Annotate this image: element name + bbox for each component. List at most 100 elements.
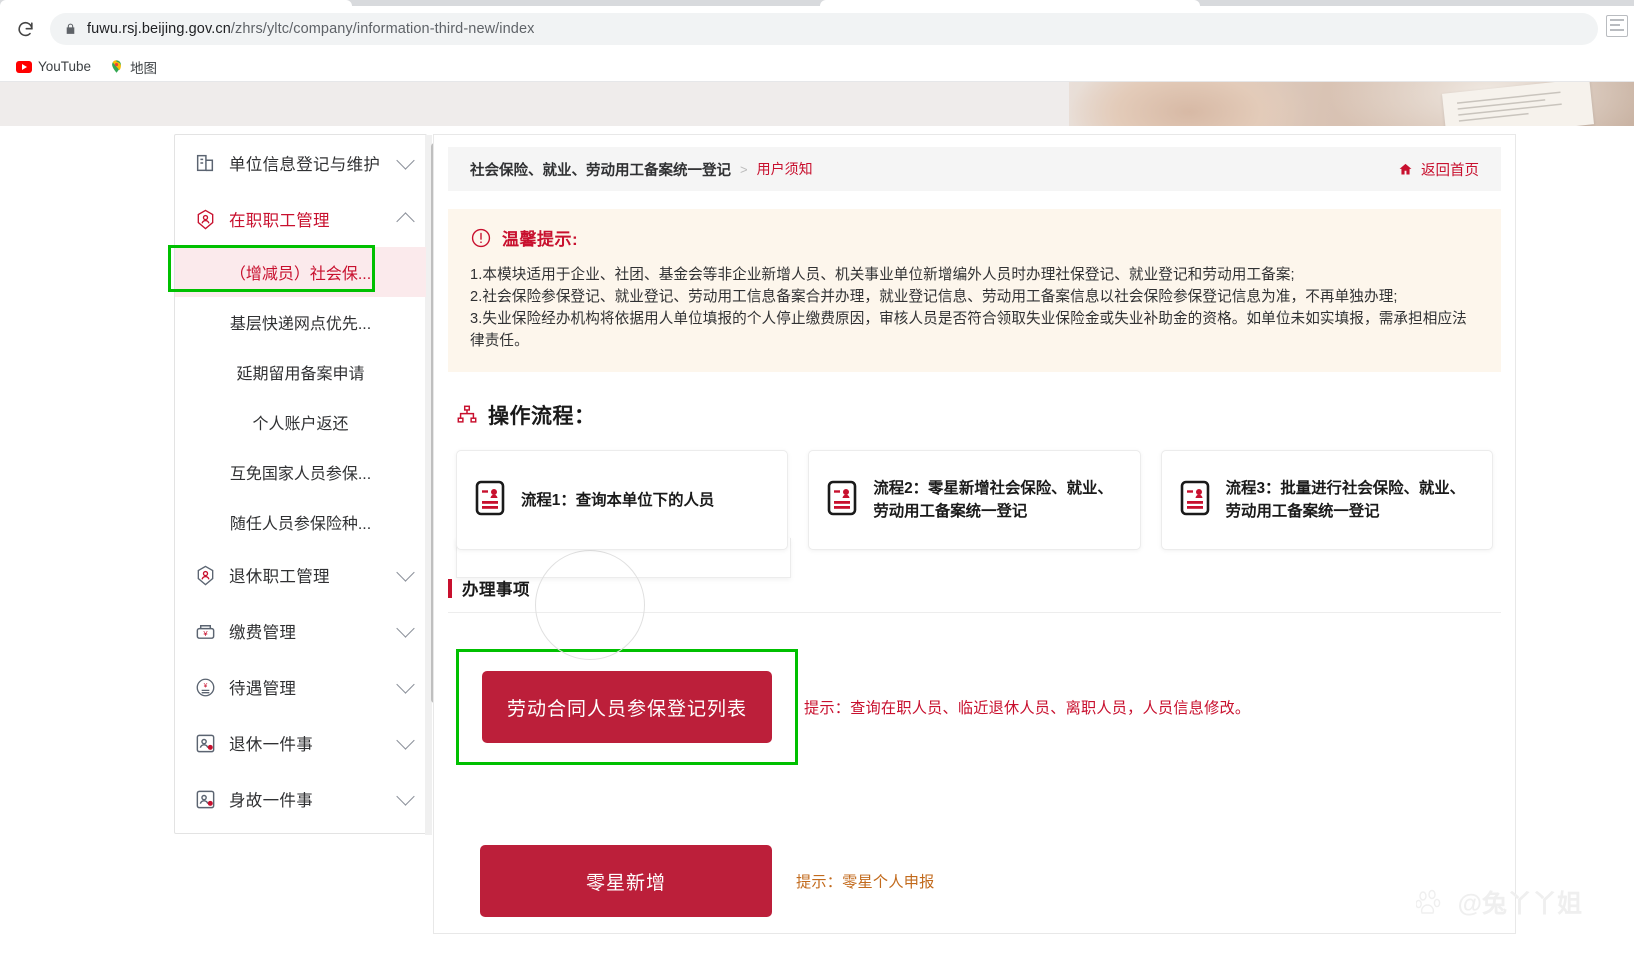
sidebar-submenu: （增减员）社会保... 基层快递网点优先... 延期留用备案申请 个人账户返还 … — [175, 247, 426, 547]
operation-flow-cards: 流程1：查询本单位下的人员 流程2：零星新增社会保险、就业、劳动用工备案统一登记 — [456, 450, 1493, 660]
flow-card-label: 流程3：批量进行社会保险、就业、劳动用工备案统一登记 — [1225, 480, 1466, 520]
sidebar-scrollbar-track[interactable] — [425, 135, 438, 835]
operation-flow-title: 操作流程： — [488, 405, 596, 428]
reload-icon[interactable] — [10, 14, 40, 44]
warm-tips-line: 3.失业保险经办机构将依据用人单位填报的个人停止缴费原因，审核人员是否符合领取失… — [470, 311, 1467, 349]
flow-card-3[interactable]: 流程3：批量进行社会保险、就业、劳动用工备案统一登记 — [1160, 450, 1493, 550]
id-card-icon — [475, 480, 509, 521]
url-text: fuwu.rsj.beijing.gov.cn/zhrs/yltc/compan… — [87, 21, 534, 37]
sidebar-item-active-employee[interactable]: 在职职工管理 — [175, 191, 426, 247]
sidebar-subitem-label: 个人账户返还 — [252, 416, 349, 433]
action-button-1-wrapper: 劳动合同人员参保登记列表 — [456, 649, 798, 765]
exclamation-circle-icon — [471, 228, 491, 247]
bookmarks-bar: YouTube 地图 — [0, 52, 1634, 82]
flow-card-1[interactable]: 流程1：查询本单位下的人员 — [456, 450, 789, 550]
bookmark-maps[interactable]: 地图 — [109, 57, 157, 77]
return-home-link[interactable]: 返回首页 — [1397, 159, 1479, 180]
extension-icon[interactable] — [1606, 15, 1628, 37]
sidebar-item-label: 单位信息登记与维护 — [229, 156, 381, 174]
warm-tips-line: 2.社会保险参保登记、就业登记、劳动用工信息备案合并办理，就业登记信息、劳动用工… — [470, 289, 1398, 305]
sidebar-subitem-label: 互免国家人员参保... — [229, 466, 372, 483]
building-icon — [193, 151, 217, 175]
lock-icon — [64, 22, 77, 36]
action-hint-2: 提示：零星个人申报 — [796, 874, 935, 891]
labor-contract-insurance-list-button[interactable]: 劳动合同人员参保登记列表 — [482, 671, 772, 743]
sidebar-item-retired-employee[interactable]: 退休职工管理 — [175, 547, 426, 603]
chevron-down-icon — [396, 786, 415, 806]
site-banner — [0, 82, 1634, 126]
content-panel: 社会保险、就业、劳动用工备案统一登记 > 用户须知 返回首页 温馨提示: 1.本… — [433, 134, 1516, 934]
id-card-icon — [827, 480, 861, 521]
flow-card-2[interactable]: 流程2：零星新增社会保险、就业、劳动用工备案统一登记 — [808, 450, 1141, 550]
baidu-logo-icon — [1414, 889, 1450, 915]
sidebar-item-label: 待遇管理 — [229, 680, 297, 698]
breadcrumb-separator: > — [740, 161, 748, 177]
sidebar-item-label: 退休一件事 — [229, 736, 313, 754]
url-path: /zhrs/yltc/company/information-third-new… — [230, 21, 535, 37]
google-maps-icon — [109, 59, 124, 74]
warm-tips-header: 温馨提示: — [470, 225, 1479, 250]
chevron-down-icon — [396, 618, 415, 638]
chevron-down-icon — [396, 730, 415, 750]
sidebar-item-label: 退休职工管理 — [229, 568, 330, 586]
handling-section-title: 办理事项 — [462, 581, 530, 599]
svg-text:¥: ¥ — [203, 682, 207, 689]
watermark-text: @兔丫丫姐 — [1457, 890, 1582, 918]
sidebar-subitem-express-network[interactable]: 基层快递网点优先... — [175, 297, 426, 347]
chevron-down-icon — [396, 150, 415, 170]
omnibox-bar: fuwu.rsj.beijing.gov.cn/zhrs/yltc/compan… — [0, 6, 1634, 52]
bookmark-label: YouTube — [38, 59, 92, 74]
flow-card-label: 流程1：查询本单位下的人员 — [521, 491, 715, 509]
sidebar-item-label: 在职职工管理 — [229, 212, 330, 230]
sidebar-subitem-label: （增减员）社会保... — [229, 266, 372, 283]
sidebar-menu: 单位信息登记与维护 在职职工管理 （增减员）社会保... 基层快递网点优先... — [175, 135, 426, 827]
home-icon — [1399, 163, 1412, 174]
breadcrumb: 社会保险、就业、劳动用工备案统一登记 > 用户须知 返回首页 — [448, 147, 1501, 191]
sidebar-item-benefits[interactable]: ¥ 待遇管理 — [175, 659, 426, 715]
employee-badge-icon — [193, 207, 217, 231]
sidebar-subitem-deferred-retention[interactable]: 延期留用备案申请 — [175, 347, 426, 397]
sidebar-item-label: 缴费管理 — [229, 624, 297, 642]
action-button-2-wrapper: 零星新增 — [456, 823, 796, 939]
warm-tips-title: 温馨提示: — [502, 230, 579, 249]
warm-tips-box: 温馨提示: 1.本模块适用于企业、社团、基金会等非企业新增人员、机关事业单位新增… — [448, 209, 1501, 372]
sidebar-subitem-personal-account-return[interactable]: 个人账户返还 — [175, 397, 426, 447]
browser-chrome: fuwu.rsj.beijing.gov.cn/zhrs/yltc/compan… — [0, 0, 1634, 82]
url-host: fuwu.rsj.beijing.gov.cn — [87, 21, 231, 37]
sidebar-subitem-label: 随任人员参保险种... — [229, 516, 372, 533]
youtube-icon — [16, 60, 32, 73]
retirement-onething-icon — [193, 731, 217, 755]
retiree-badge-icon — [193, 563, 217, 587]
svg-text:¥: ¥ — [203, 628, 208, 637]
sidebar-subitem-social-insurance[interactable]: （增减员）社会保... — [175, 247, 426, 297]
sidebar-item-decease-one-thing[interactable]: 身故一件事 — [175, 771, 426, 827]
sidebar: 单位信息登记与维护 在职职工管理 （增减员）社会保... 基层快递网点优先... — [168, 134, 438, 835]
page-body: 单位信息登记与维护 在职职工管理 （增减员）社会保... 基层快递网点优先... — [0, 126, 1634, 980]
sidebar-subitem-accompanying-personnel[interactable]: 随任人员参保险种... — [175, 497, 426, 547]
bookmark-youtube[interactable]: YouTube — [16, 59, 91, 74]
sidebar-item-payment[interactable]: ¥ 缴费管理 — [175, 603, 426, 659]
decease-onething-icon — [193, 787, 217, 811]
sidebar-subitem-label: 基层快递网点优先... — [229, 316, 372, 333]
action-row-2: 零星新增 提示：零星个人申报 — [456, 823, 1515, 939]
chevron-down-icon — [396, 562, 415, 582]
sitemap-icon — [457, 405, 477, 423]
action-row-1: 劳动合同人员参保登记列表 提示：查询在职人员、临近退休人员、离职人员，人员信息修… — [456, 649, 1515, 765]
sidebar-item-retirement-one-thing[interactable]: 退休一件事 — [175, 715, 426, 771]
watermark: @兔丫丫姐 — [1414, 884, 1582, 920]
warm-tips-line: 1.本模块适用于企业、社团、基金会等非企业新增人员、机关事业单位新增编外人员时办… — [470, 267, 1295, 283]
action-hint-1: 提示：查询在职人员、临近退休人员、离职人员，人员信息修改。 — [804, 700, 1251, 717]
sporadic-add-button[interactable]: 零星新增 — [480, 845, 772, 917]
chevron-up-icon — [396, 211, 415, 231]
id-card-icon — [1180, 480, 1214, 521]
address-bar[interactable]: fuwu.rsj.beijing.gov.cn/zhrs/yltc/compan… — [50, 13, 1598, 45]
benefits-icon: ¥ — [193, 675, 217, 699]
sidebar-subitem-label: 延期留用备案申请 — [236, 366, 365, 383]
section-accent-bar — [448, 578, 452, 598]
sidebar-item-unit-info[interactable]: 单位信息登记与维护 — [175, 135, 426, 191]
chevron-down-icon — [396, 674, 415, 694]
bookmark-label: 地图 — [130, 60, 158, 76]
sidebar-subitem-mutual-exemption[interactable]: 互免国家人员参保... — [175, 447, 426, 497]
breadcrumb-current[interactable]: 用户须知 — [757, 159, 813, 179]
flow-decor-circle — [535, 550, 645, 660]
